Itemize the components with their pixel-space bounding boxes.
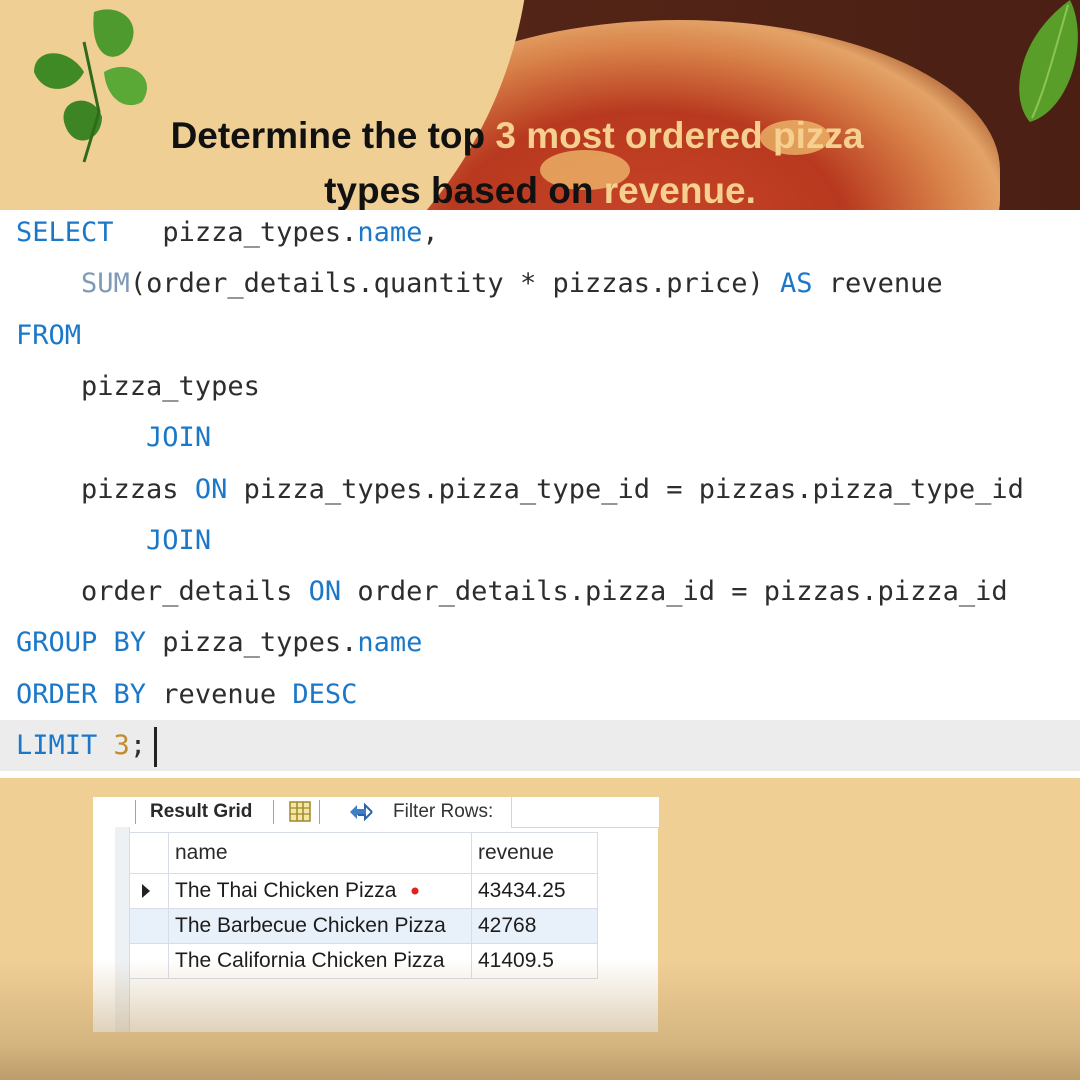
code-line[interactable]: pizza_types (0, 361, 1080, 412)
toolbar-divider (135, 800, 136, 824)
text-cursor-icon (154, 726, 158, 767)
sql-number: 3 (113, 730, 130, 761)
cell-name[interactable]: The Thai Chicken Pizza (168, 873, 472, 909)
table-row[interactable]: The Thai Chicken Pizza 43434.25 (129, 873, 598, 909)
code-line[interactable]: JOIN (0, 515, 1080, 566)
page-title: Determine the top 3 most ordered pizza t… (0, 108, 1080, 210)
sql-keyword: name (357, 217, 423, 248)
sql-keyword: JOIN (146, 422, 212, 454)
result-table: name revenue The Thai Chicken Pizza 4343… (129, 832, 598, 979)
sql-keyword: JOIN (146, 524, 212, 556)
filter-rows-input[interactable] (511, 797, 659, 828)
filter-rows-label: Filter Rows: (393, 801, 494, 822)
sql-token: pizza_types (16, 370, 260, 402)
toolbar-divider (273, 800, 274, 824)
title-line-1: Determine the top 3 most ordered pizza (0, 108, 1080, 163)
basil-leaf-icon (1019, 0, 1078, 122)
sql-keyword: ON (194, 473, 228, 505)
code-line[interactable]: ORDER BY revenue DESC (0, 669, 1080, 720)
result-grid-toolbar: Result Grid Filter Rows: (93, 797, 659, 828)
row-selector[interactable] (129, 873, 169, 909)
code-line[interactable]: LIMIT 3; (0, 720, 1080, 771)
result-grid-tab[interactable]: Result Grid (150, 801, 252, 823)
column-header-name[interactable]: name (168, 832, 472, 874)
cell-revenue[interactable]: 43434.25 (471, 873, 598, 909)
sql-token: revenue (146, 678, 293, 710)
sql-token: order_details (16, 576, 309, 608)
sql-keyword: DESC (292, 678, 358, 710)
title-text: types based on (324, 170, 604, 210)
column-header-revenue[interactable]: revenue (471, 832, 598, 874)
sql-keyword: LIMIT (16, 730, 98, 761)
table-header-row: name revenue (129, 832, 598, 874)
cell-name[interactable]: The Barbecue Chicken Pizza (168, 908, 472, 944)
code-line[interactable]: pizzas ON pizza_types.pizza_type_id = pi… (0, 464, 1080, 515)
footer-fade (0, 960, 1080, 1080)
sql-token: order_details.pizza_id = pizzas.pizza_id (341, 576, 1008, 608)
title-highlight: revenue. (603, 170, 756, 210)
title-highlight: 3 most ordered pizza (495, 115, 864, 156)
sql-token: pizza_types.pizza_type_id = pizzas.pizza… (227, 473, 1024, 505)
refresh-icon[interactable] (346, 800, 376, 824)
sql-keyword: AS (780, 268, 813, 300)
title-text: Determine the top (170, 115, 496, 156)
cell-revenue[interactable]: 42768 (471, 908, 598, 944)
code-line[interactable]: SELECT pizza_types.name, (0, 210, 1080, 258)
sql-token: , (422, 217, 439, 248)
sql-token: revenue (812, 268, 943, 300)
sql-keyword: FROM (16, 319, 82, 351)
code-line[interactable]: FROM (0, 310, 1080, 361)
header-banner: Determine the top 3 most ordered pizza t… (0, 0, 1080, 210)
cursor-marker-icon (411, 887, 419, 895)
sql-keyword: GROUP BY (16, 627, 147, 659)
toolbar-divider (319, 800, 320, 824)
sql-token: pizza_types. (146, 627, 358, 659)
sql-keyword: SELECT (16, 217, 114, 248)
table-row[interactable]: The Barbecue Chicken Pizza 42768 (129, 908, 598, 944)
code-line[interactable]: JOIN (0, 412, 1080, 463)
sql-token: ; (129, 730, 147, 761)
code-line[interactable]: GROUP BY pizza_types.name (0, 617, 1080, 668)
sql-token: pizza_types. (113, 217, 358, 248)
sql-keyword: name (357, 627, 423, 659)
grid-layout-icon[interactable] (289, 801, 311, 822)
current-row-arrow-icon (142, 884, 150, 899)
sql-editor[interactable]: SELECT pizza_types.name, SUM(order_detai… (0, 210, 1080, 778)
sql-token: (order_details.quantity * pizzas.price) (129, 268, 781, 300)
code-line[interactable]: SUM(order_details.quantity * pizzas.pric… (0, 258, 1080, 309)
code-line[interactable]: order_details ON order_details.pizza_id … (0, 566, 1080, 617)
row-selector[interactable] (129, 908, 169, 944)
sql-token: pizzas (16, 473, 195, 505)
sql-keyword: ON (308, 576, 342, 608)
sql-function: SUM (81, 268, 130, 300)
row-selector-header[interactable] (129, 832, 169, 874)
title-line-2: types based on revenue. (0, 163, 1080, 210)
sql-keyword: ORDER BY (16, 678, 147, 710)
